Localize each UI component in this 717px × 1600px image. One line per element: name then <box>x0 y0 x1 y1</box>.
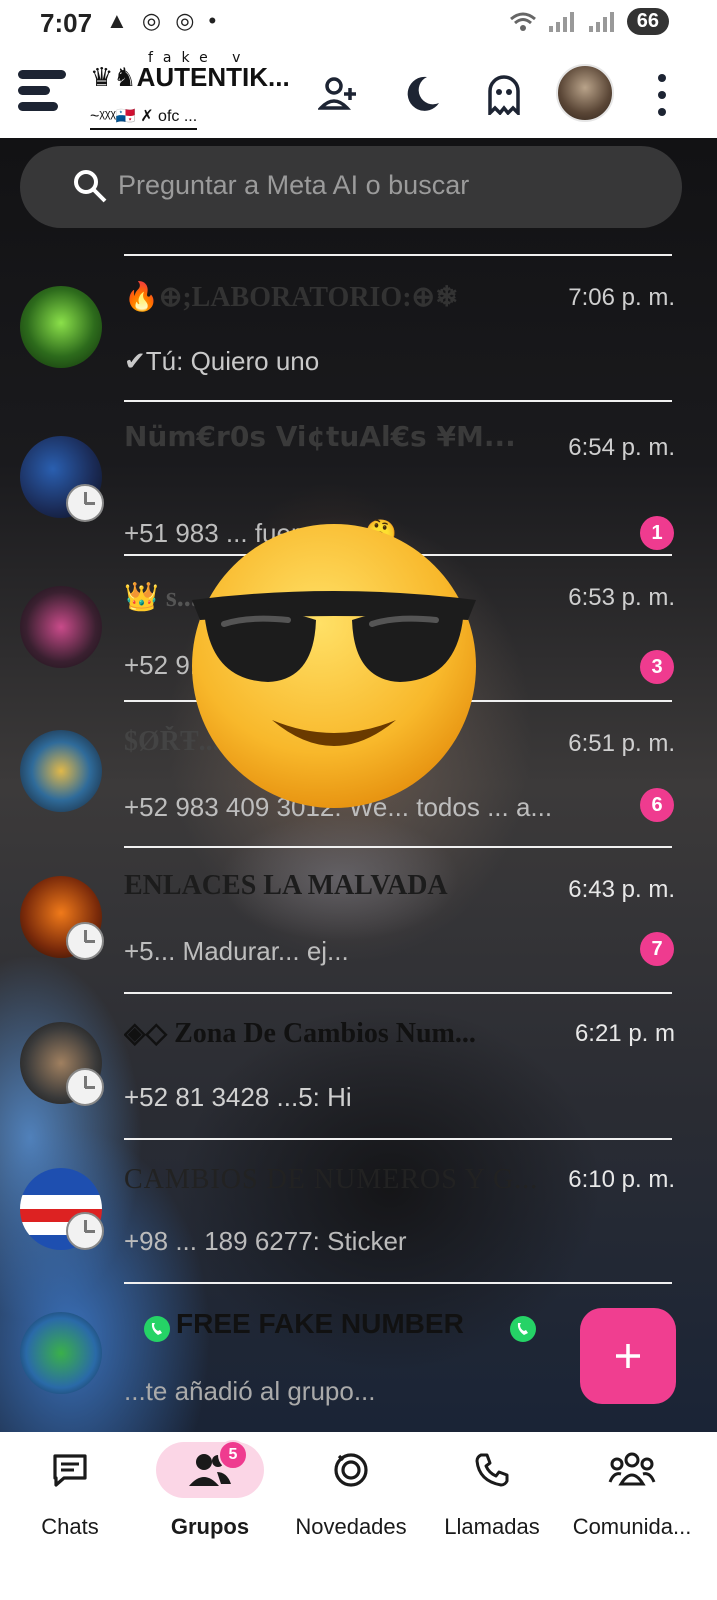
search-bar[interactable]: Preguntar a Meta AI o buscar <box>20 146 682 228</box>
unread-badge: 6 <box>640 788 674 822</box>
profile-avatar[interactable] <box>556 64 614 122</box>
divider <box>124 992 672 994</box>
status-icon <box>290 1442 412 1498</box>
nav-label: Novedades <box>295 1514 407 1539</box>
nav-calls[interactable]: Llamadas <box>438 1442 546 1540</box>
nav-communities[interactable]: Comunida... <box>562 1442 702 1540</box>
nav-label: Llamadas <box>444 1514 540 1539</box>
chat-time: 6:21 p. m <box>574 1020 675 1047</box>
notification-icons: ▲ ◎ ◎ • <box>106 8 221 33</box>
nav-label: Grupos <box>170 1514 250 1539</box>
groups-badge: 5 <box>218 1440 248 1470</box>
chat-time: 6:43 p. m. <box>568 876 675 903</box>
moon-icon[interactable] <box>398 70 446 118</box>
nav-groups[interactable]: 5 Grupos <box>156 1440 264 1540</box>
divider <box>124 400 672 402</box>
divider <box>124 1138 672 1140</box>
chat-title: ◈◇ Zona De Cambios Num... <box>124 1018 476 1049</box>
more-vert-icon[interactable] <box>652 74 672 116</box>
chat-last-message: ...te añadió al grupo... <box>124 1376 376 1406</box>
add-person-icon[interactable] <box>314 70 362 118</box>
ghost-icon[interactable] <box>480 70 528 118</box>
chat-last-message: +5... Madurar... ej... <box>124 936 349 966</box>
chat-row-zona-cambios[interactable]: ◈◇ Zona De Cambios Num... 6:21 p. m +52 … <box>0 992 717 1138</box>
chat-row-enlaces[interactable]: ENLACES LA MALVADA 6:43 p. m. +5... Madu… <box>0 846 717 992</box>
divider <box>124 1282 672 1284</box>
chat-time: 6:54 p. m. <box>568 434 675 461</box>
divider <box>124 254 672 256</box>
unread-badge: 3 <box>640 650 674 684</box>
whatsapp-icon <box>144 1316 170 1342</box>
avatar <box>20 1312 102 1394</box>
nav-chats[interactable]: Chats <box>16 1442 124 1540</box>
unread-badge: 1 <box>640 516 674 550</box>
new-group-button[interactable] <box>580 1308 676 1404</box>
chat-last-message: ✔Tú: Quiero uno <box>124 346 320 376</box>
chat-title: FREE FAKE NUMBER <box>176 1308 464 1339</box>
chat-title: Nüm€r0s Vi¢tuAl€s ¥M... <box>124 420 516 453</box>
clock-icon <box>66 1068 104 1106</box>
clock-icon <box>66 922 104 960</box>
nav-label: Comunida... <box>572 1514 692 1539</box>
phone-icon <box>438 1442 546 1498</box>
signal-icon <box>547 11 577 32</box>
sunglasses-emoji-sticker <box>192 524 476 808</box>
plus-icon <box>616 1344 640 1368</box>
signal-icon-2 <box>587 11 617 32</box>
bottom-navigation: Chats 5 Grupos Novedades Llamadas Comuni… <box>0 1432 717 1600</box>
search-icon <box>74 170 107 203</box>
chat-time: 6:53 p. m. <box>568 584 675 611</box>
chat-time: 6:51 p. m. <box>568 730 675 757</box>
chat-bubble-icon <box>16 1442 124 1498</box>
communities-icon <box>562 1442 702 1498</box>
app-brand: fake v ♛♞AUTENTIK... ~ᵡᵡᵡ🇵🇦 ✗ ofc ... <box>90 50 300 136</box>
nav-label: Chats <box>41 1514 99 1539</box>
chat-last-message: +52 81 3428 ...5: Hi <box>124 1082 352 1112</box>
avatar <box>20 730 102 812</box>
clock-icon <box>66 484 104 522</box>
chat-time: 7:06 p. m. <box>568 284 675 311</box>
chat-last-message: +98 ... 189 6277: Sticker <box>124 1226 407 1256</box>
status-right: 66 <box>509 8 669 35</box>
avatar <box>20 286 102 368</box>
battery-indicator: 66 <box>626 8 669 35</box>
search-input[interactable]: Preguntar a Meta AI o buscar <box>118 170 469 201</box>
avatar <box>20 586 102 668</box>
nav-updates[interactable]: Novedades <box>290 1442 412 1540</box>
brand-sub-text: ~ᵡᵡᵡ🇵🇦 ✗ ofc ... <box>90 106 198 130</box>
chat-time: 6:10 p. m. <box>568 1166 675 1193</box>
status-time: 7:07 <box>40 8 93 38</box>
brand-main-text: ♛♞AUTENTIK... <box>90 62 290 92</box>
chat-title: 🔥⊕;LABORATORIO:⊕❄ <box>124 282 459 313</box>
divider <box>124 846 672 848</box>
groups-icon: 5 <box>156 1440 264 1498</box>
wifi-icon <box>509 12 536 31</box>
chat-row-cambios-numeros[interactable]: CAMBIOS DE NUMEROS Y G... 6:10 p. m. +98… <box>0 1138 717 1284</box>
clock-icon <box>66 1212 104 1250</box>
app-bar: fake v ♛♞AUTENTIK... ~ᵡᵡᵡ🇵🇦 ✗ ofc ... <box>0 48 717 140</box>
chat-row-laboratorio[interactable]: 🔥⊕;LABORATORIO:⊕❄ 7:06 p. m. ✔Tú: Quiero… <box>0 254 717 400</box>
whatsapp-icon-2 <box>510 1316 536 1342</box>
chat-title: ENLACES LA MALVADA <box>124 870 448 901</box>
unread-badge: 7 <box>640 932 674 966</box>
chat-title: CAMBIOS DE NUMEROS Y G... <box>124 1164 539 1195</box>
status-bar: 7:07 ▲ ◎ ◎ • 66 <box>0 0 717 48</box>
menu-icon[interactable] <box>18 70 66 116</box>
